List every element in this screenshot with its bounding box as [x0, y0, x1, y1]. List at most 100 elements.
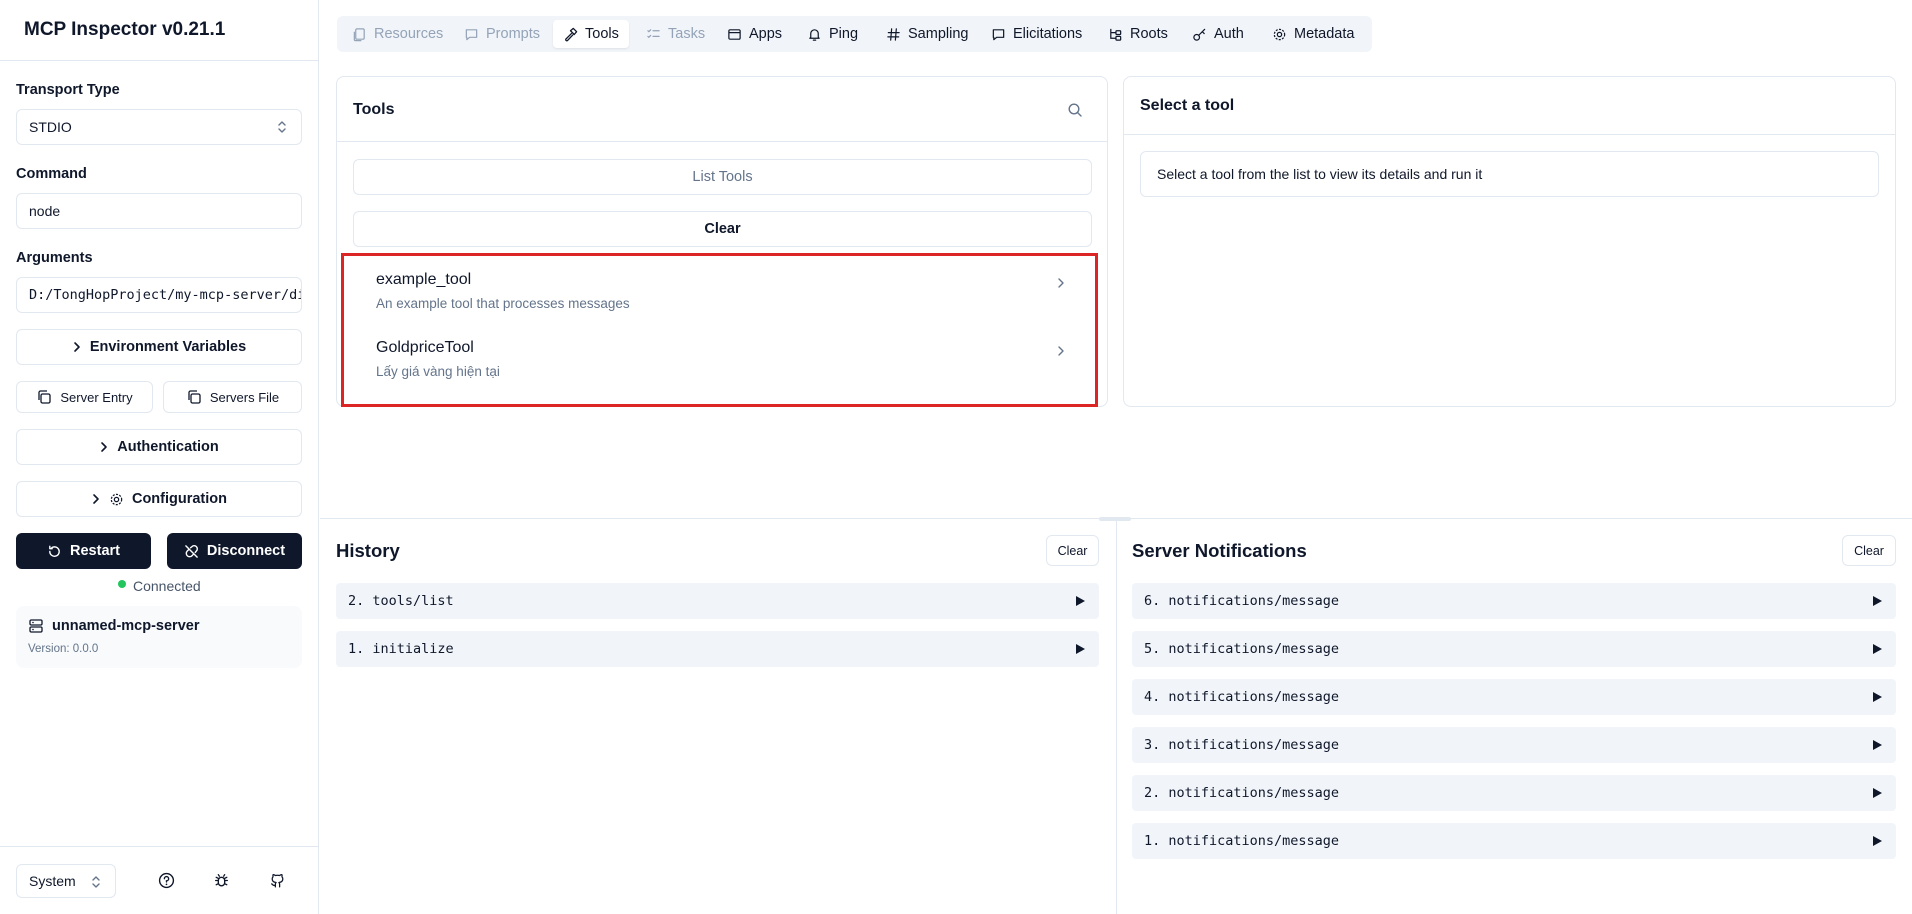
- authentication-label: Authentication: [117, 439, 219, 455]
- hammer-icon: [563, 27, 578, 42]
- theme-select[interactable]: System: [16, 864, 116, 898]
- status-dot: [118, 580, 126, 588]
- tab-tasks[interactable]: Tasks: [646, 20, 705, 48]
- notification-item-label: 3. notifications/message: [1144, 737, 1340, 753]
- notifications-clear-button[interactable]: Clear: [1842, 535, 1896, 566]
- notification-item[interactable]: 4. notifications/message: [1132, 679, 1896, 715]
- tools-list-highlight: example_tool An example tool that proces…: [341, 253, 1098, 407]
- arguments-input[interactable]: D:/TongHopProject/my-mcp-server/dist/ind…: [16, 277, 302, 313]
- tool-detail-divider: [1124, 134, 1895, 135]
- key-icon: [1192, 27, 1207, 42]
- notification-item[interactable]: 1. notifications/message: [1132, 823, 1896, 859]
- copy-icon: [36, 389, 52, 405]
- settings-icon: [1272, 27, 1287, 42]
- servers-file-label: Servers File: [209, 389, 280, 405]
- environment-variables-button[interactable]: Environment Variables: [16, 329, 302, 365]
- tools-panel-divider: [337, 141, 1107, 142]
- server-name: unnamed-mcp-server: [52, 618, 200, 634]
- sidebar: MCP Inspector v0.21.1 Transport Type STD…: [0, 0, 319, 914]
- tab-sampling-label: Sampling: [908, 26, 969, 42]
- environment-variables-label: Environment Variables: [89, 339, 247, 355]
- tool-item-example-tool[interactable]: example_tool An example tool that proces…: [344, 256, 1095, 324]
- notification-item[interactable]: 2. notifications/message: [1132, 775, 1896, 811]
- bug-icon[interactable]: [213, 872, 230, 889]
- play-icon: [1076, 596, 1085, 606]
- server-entry-label: Server Entry: [60, 389, 133, 405]
- server-icon: [28, 618, 44, 634]
- history-clear-button[interactable]: Clear: [1046, 535, 1099, 566]
- tab-roots-label: Roots: [1130, 26, 1168, 42]
- tab-roots[interactable]: Roots: [1108, 20, 1168, 48]
- tab-tools[interactable]: Tools: [553, 20, 629, 48]
- github-icon[interactable]: [269, 872, 286, 889]
- tools-panel-title: Tools: [353, 101, 395, 118]
- tab-prompts-label: Prompts: [486, 26, 540, 42]
- servers-file-button[interactable]: Servers File: [163, 381, 302, 413]
- notification-item[interactable]: 6. notifications/message: [1132, 583, 1896, 619]
- theme-value: System: [29, 873, 76, 889]
- tool-detail-panel: Select a tool Select a tool from the lis…: [1123, 76, 1896, 407]
- tab-prompts[interactable]: Prompts: [464, 20, 540, 48]
- tab-tools-label: Tools: [585, 26, 619, 42]
- play-icon: [1076, 644, 1085, 654]
- tool-item-goldprice-tool[interactable]: GoldpriceTool Lấy giá vàng hiện tại: [344, 324, 1095, 392]
- restart-label: Restart: [70, 543, 120, 559]
- tab-resources-label: Resources: [374, 26, 444, 42]
- disconnect-button[interactable]: Disconnect: [167, 533, 302, 569]
- clear-tools-button[interactable]: Clear: [353, 211, 1092, 247]
- play-icon: [1873, 692, 1882, 702]
- search-icon[interactable]: [1067, 102, 1083, 118]
- play-icon: [1873, 596, 1882, 606]
- play-icon: [1873, 644, 1882, 654]
- authentication-button[interactable]: Authentication: [16, 429, 302, 465]
- command-input[interactable]: node: [16, 193, 302, 229]
- notification-item[interactable]: 3. notifications/message: [1132, 727, 1896, 763]
- tab-metadata[interactable]: Metadata: [1272, 20, 1354, 48]
- play-icon: [1873, 836, 1882, 846]
- server-entry-button[interactable]: Server Entry: [16, 381, 153, 413]
- history-item[interactable]: 1. initialize: [336, 631, 1099, 667]
- history-item[interactable]: 2. tools/list: [336, 583, 1099, 619]
- list-tools-button[interactable]: List Tools: [353, 159, 1092, 195]
- folder-tree-icon: [1108, 27, 1123, 42]
- arguments-label: Arguments: [16, 250, 93, 266]
- tab-resources[interactable]: Resources: [352, 20, 443, 48]
- help-circle-icon[interactable]: [158, 872, 175, 889]
- tab-tasks-label: Tasks: [668, 26, 706, 42]
- tab-auth[interactable]: Auth: [1192, 20, 1244, 48]
- notification-item-label: 1. notifications/message: [1144, 833, 1340, 849]
- rotate-ccw-icon: [47, 544, 62, 559]
- notification-item-label: 4. notifications/message: [1144, 689, 1340, 705]
- history-item-label: 2. tools/list: [348, 593, 454, 609]
- notification-item[interactable]: 5. notifications/message: [1132, 631, 1896, 667]
- sidebar-divider: [0, 60, 319, 61]
- restart-button[interactable]: Restart: [16, 533, 151, 569]
- bottom-pane-divider: [1116, 519, 1117, 914]
- app-title: MCP Inspector v0.21.1: [24, 19, 226, 40]
- configuration-label: Configuration: [131, 491, 228, 507]
- list-checks-icon: [646, 27, 661, 42]
- resize-handle[interactable]: [1099, 517, 1131, 521]
- chevron-right-icon: [72, 341, 82, 353]
- chevron-right-icon: [91, 493, 101, 505]
- tab-ping[interactable]: Ping: [807, 20, 858, 48]
- server-info-card: unnamed-mcp-server Version: 0.0.0: [16, 606, 302, 668]
- tab-elicitations-label: Elicitations: [1013, 26, 1083, 42]
- tab-auth-label: Auth: [1214, 26, 1244, 42]
- tab-elicitations[interactable]: Elicitations: [991, 20, 1082, 48]
- tools-panel: Tools List Tools Clear example_tool An e…: [336, 76, 1108, 407]
- notification-item-label: 5. notifications/message: [1144, 641, 1340, 657]
- tool-description: An example tool that processes messages: [376, 296, 630, 311]
- copy-icon: [186, 389, 202, 405]
- files-icon: [352, 27, 367, 42]
- tab-sampling[interactable]: Sampling: [886, 20, 968, 48]
- transport-type-value: STDIO: [29, 119, 72, 135]
- chevron-right-icon: [99, 441, 109, 453]
- chevron-right-icon: [1056, 276, 1066, 290]
- tool-description: Lấy giá vàng hiện tại: [376, 364, 500, 379]
- main-tabs: Resources Prompts Tools Tasks Apps Ping …: [337, 16, 1372, 52]
- transport-type-select[interactable]: STDIO: [16, 109, 302, 145]
- configuration-button[interactable]: Configuration: [16, 481, 302, 517]
- tab-apps[interactable]: Apps: [727, 20, 782, 48]
- transport-type-label: Transport Type: [16, 82, 120, 98]
